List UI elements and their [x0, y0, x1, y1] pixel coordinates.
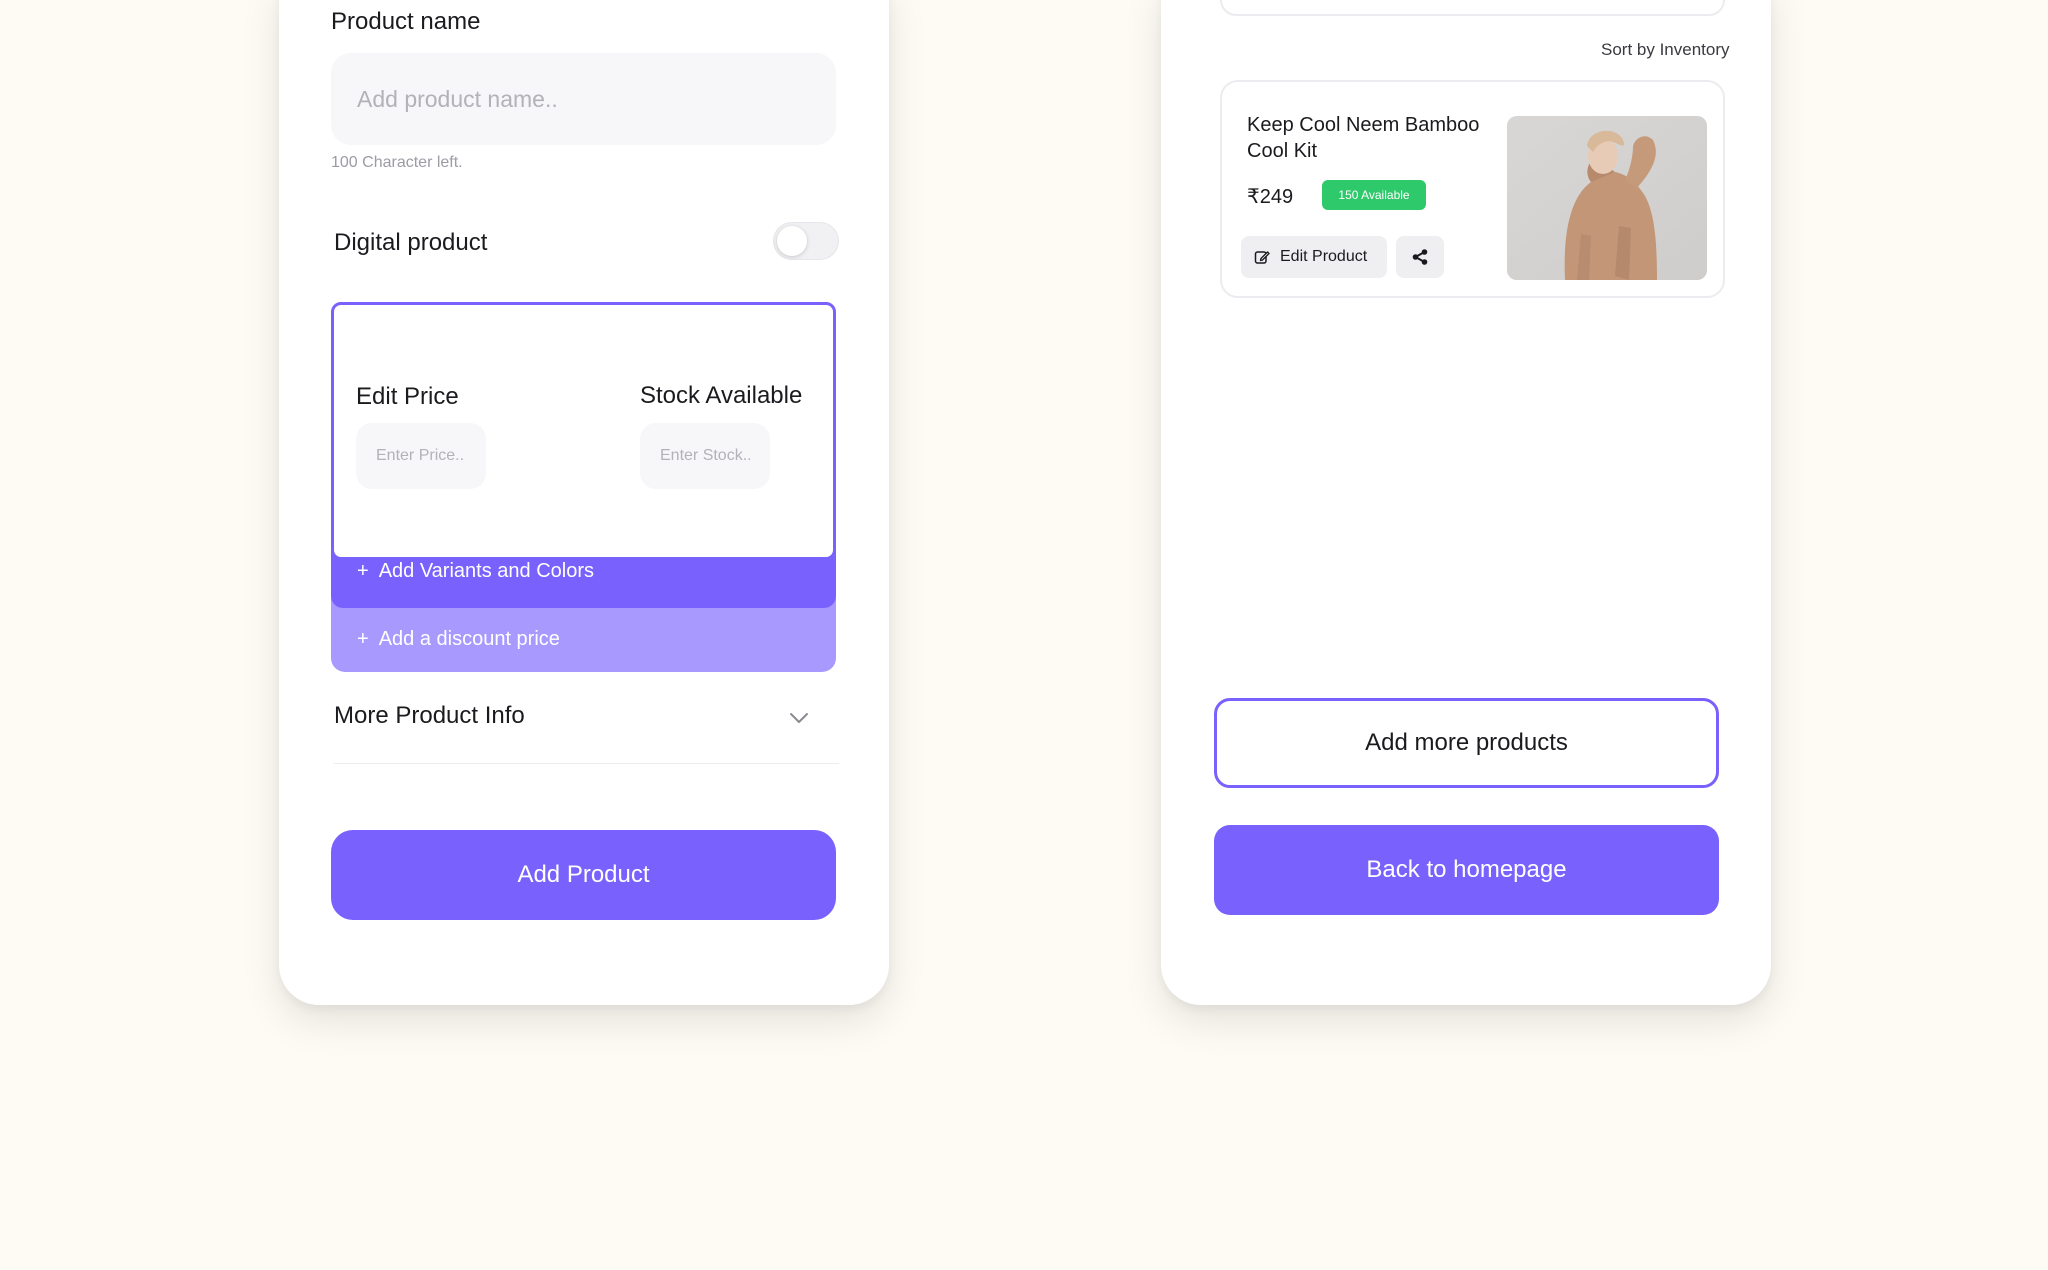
availability-badge: 150 Available	[1322, 180, 1426, 210]
chevron-down-icon	[790, 713, 808, 723]
product-card[interactable]: Keep Cool Neem Bamboo Cool Kit ₹249 150 …	[1220, 80, 1725, 298]
plus-icon: +	[357, 560, 369, 582]
share-icon	[1412, 249, 1428, 265]
add-product-button[interactable]: Add Product	[331, 830, 836, 920]
share-button[interactable]	[1396, 236, 1444, 278]
character-count: 100 Character left.	[331, 154, 463, 171]
stock-available-label: Stock Available	[640, 382, 803, 409]
edit-icon	[1254, 251, 1270, 264]
edit-product-label: Edit Product	[1280, 248, 1368, 265]
add-discount-label: Add a discount price	[378, 628, 560, 650]
toggle-knob	[777, 226, 807, 256]
edit-product-button[interactable]: Edit Product	[1241, 236, 1387, 278]
more-product-info-label: More Product Info	[334, 702, 525, 729]
back-to-homepage-button[interactable]: Back to homepage	[1214, 825, 1719, 915]
product-name-label: Product name	[331, 8, 481, 35]
add-more-products-button[interactable]: Add more products	[1214, 698, 1719, 788]
add-product-screen: Product name 100 Character left. Digital…	[279, 0, 889, 1005]
inventory-screen: Sort by Inventory Keep Cool Neem Bamboo …	[1161, 0, 1771, 1005]
price-stock-section: + Add a discount price + Add Variants and …	[331, 302, 836, 672]
digital-product-toggle[interactable]	[773, 222, 839, 260]
more-product-info-row[interactable]: More Product Info	[334, 684, 839, 764]
product-name-input[interactable]	[331, 53, 836, 145]
product-title: Keep Cool Neem Bamboo Cool Kit	[1247, 114, 1480, 162]
product-price: ₹249	[1247, 186, 1294, 208]
price-stock-card: Edit Price Stock Available	[331, 302, 836, 560]
previous-product-card	[1220, 0, 1725, 16]
edit-price-label: Edit Price	[356, 383, 459, 410]
price-input[interactable]	[356, 423, 486, 489]
add-variants-label: Add Variants and Colors	[378, 560, 594, 582]
sort-by-inventory[interactable]: Sort by Inventory	[1601, 40, 1730, 60]
plus-icon: +	[357, 628, 369, 650]
stock-input[interactable]	[640, 423, 770, 489]
digital-product-label: Digital product	[334, 229, 488, 256]
product-image	[1507, 116, 1707, 280]
